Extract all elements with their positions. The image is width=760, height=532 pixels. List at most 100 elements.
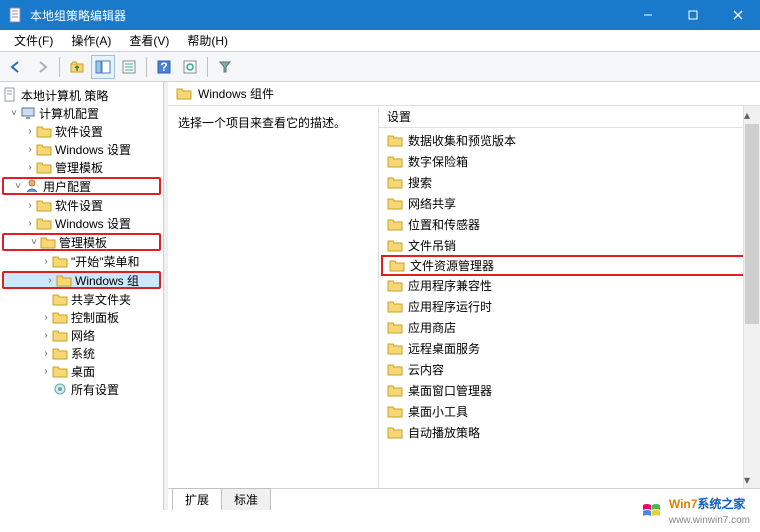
collapse-icon[interactable]: ˅ [12,181,24,192]
list-column-header[interactable]: 设置 [379,106,760,128]
menu-help[interactable]: 帮助(H) [179,30,236,51]
svg-text:?: ? [160,60,167,74]
collapse-icon[interactable]: ˅ [8,108,20,119]
show-tree-button[interactable] [91,55,115,79]
tree-label: 所有设置 [71,381,119,398]
expand-icon[interactable]: › [24,144,36,155]
list-item[interactable]: 桌面窗口管理器 [379,380,760,401]
expand-icon[interactable]: › [40,312,52,323]
tree-cc-windows[interactable]: › Windows 设置 [0,140,163,158]
tree-label: 共享文件夹 [71,291,131,308]
folder-icon [52,329,68,342]
list-item[interactable]: 远程桌面服务 [379,338,760,359]
maximize-button[interactable] [670,0,715,30]
app-icon [8,7,24,23]
tree-desktop[interactable]: › 桌面 [0,362,163,380]
tree-cc-admin[interactable]: › 管理模板 [0,158,163,176]
list-header-label: 设置 [387,108,411,125]
list-item[interactable]: 数字保险箱 [379,151,760,172]
tree-computer-config[interactable]: ˅ 计算机配置 [0,104,163,122]
menu-file[interactable]: 文件(F) [6,30,61,51]
list-item-label: 数字保险箱 [408,153,468,170]
scroll-up-icon[interactable]: ▴ [744,106,750,123]
filter-button[interactable] [213,55,237,79]
list-item[interactable]: 数据收集和预览版本 [379,130,760,151]
list-item[interactable]: 桌面小工具 [379,401,760,422]
list-item[interactable]: 自动播放策略 [379,422,760,443]
tree-windows-components[interactable]: › Windows 组 [2,271,161,289]
collapse-icon[interactable]: ˅ [28,237,40,248]
folder-icon [40,236,56,249]
folder-icon [387,363,403,376]
list-item-label: 应用程序运行时 [408,298,492,315]
expand-icon[interactable]: › [40,256,52,267]
folder-icon [387,405,403,418]
minimize-button[interactable] [625,0,670,30]
scroll-down-icon[interactable]: ▾ [744,471,750,488]
menu-view[interactable]: 查看(V) [121,30,177,51]
help-button[interactable]: ? [152,55,176,79]
tree-pane[interactable]: 本地计算机 策略 ˅ 计算机配置 › 软件设置 › Windows 设置 › 管… [0,82,164,510]
description-pane: 选择一个项目来查看它的描述。 [168,106,378,488]
menu-action[interactable]: 操作(A) [63,30,119,51]
list-item[interactable]: 云内容 [379,359,760,380]
tree-label: 计算机配置 [39,105,99,122]
toolbar: ? [0,52,760,82]
window-buttons [625,0,760,30]
tab-extended[interactable]: 扩展 [172,488,222,510]
tree-uc-admin[interactable]: ˅ 管理模板 [2,233,161,251]
tree-cc-software[interactable]: › 软件设置 [0,122,163,140]
folder-icon [36,199,52,212]
tree-shared-folders[interactable]: 共享文件夹 [0,290,163,308]
expand-icon[interactable]: › [24,162,36,173]
folder-icon [387,218,403,231]
back-button[interactable] [4,55,28,79]
close-button[interactable] [715,0,760,30]
tree-uc-windows[interactable]: › Windows 设置 [0,214,163,232]
list-item[interactable]: 文件吊销 [379,235,760,256]
up-button[interactable] [65,55,89,79]
tree-control-panel[interactable]: › 控制面板 [0,308,163,326]
tree-network[interactable]: › 网络 [0,326,163,344]
tree-start-menu[interactable]: › "开始"菜单和 [0,252,163,270]
tree-label: 控制面板 [71,309,119,326]
list-item[interactable]: 搜索 [379,172,760,193]
list-item-label: 桌面小工具 [408,403,468,420]
properties-button[interactable] [117,55,141,79]
expand-icon[interactable]: › [24,126,36,137]
refresh-button[interactable] [178,55,202,79]
folder-icon [387,239,403,252]
expand-icon[interactable]: › [24,218,36,229]
user-icon [24,179,40,193]
tab-standard[interactable]: 标准 [221,488,271,510]
tree-label: 系统 [71,345,95,362]
tree-root[interactable]: 本地计算机 策略 [0,86,163,104]
folder-icon [387,426,403,439]
scroll-thumb[interactable] [745,124,759,324]
folder-icon [36,143,52,156]
tree-system[interactable]: › 系统 [0,344,163,362]
list-item-label: 位置和传感器 [408,216,480,233]
expand-icon[interactable]: › [40,330,52,341]
expand-icon[interactable]: › [24,200,36,211]
list-item-label: 文件资源管理器 [410,257,494,274]
list-item-label: 文件吊销 [408,237,456,254]
tree-all-settings[interactable]: 所有设置 [0,380,163,398]
content-header: Windows 组件 [168,82,760,106]
list-item[interactable]: 位置和传感器 [379,214,760,235]
list-item[interactable]: 应用程序运行时 [379,296,760,317]
tree-uc-software[interactable]: › 软件设置 [0,196,163,214]
expand-icon[interactable]: › [44,275,56,286]
expand-icon[interactable]: › [40,366,52,377]
tree-user-config[interactable]: ˅ 用户配置 [2,177,161,195]
vertical-scrollbar[interactable]: ▴ ▾ [743,106,760,488]
expand-icon[interactable]: › [40,348,52,359]
list-item[interactable]: 应用程序兼容性 [379,275,760,296]
list-item-label: 桌面窗口管理器 [408,382,492,399]
list-item[interactable]: 网络共享 [379,193,760,214]
tree-label: 本地计算机 策略 [21,87,108,104]
list-item[interactable]: 应用商店 [379,317,760,338]
folder-icon [56,274,72,287]
list-item[interactable]: 文件资源管理器 [381,255,756,276]
forward-button[interactable] [30,55,54,79]
